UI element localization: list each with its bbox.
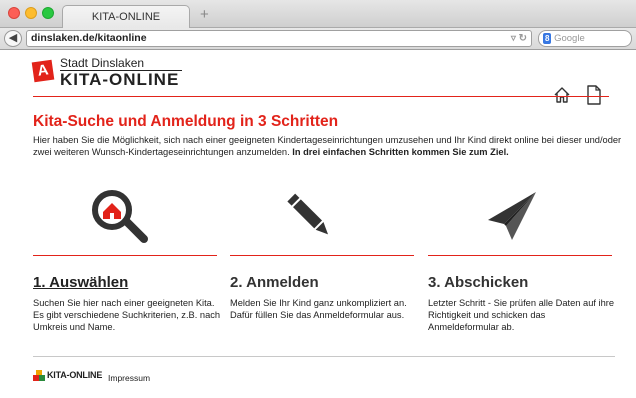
city-logo-icon[interactable]: A [31, 59, 55, 83]
brand-subtitle: Stadt Dinslaken [60, 56, 145, 70]
search-house-icon[interactable] [88, 188, 152, 244]
intro-text: Hier haben Sie die Möglichkeit, sich nac… [33, 134, 623, 158]
browser-tab[interactable]: KITA-ONLINE [62, 5, 190, 28]
search-engine-icon[interactable]: 8 [543, 33, 552, 44]
footer-brand[interactable]: KITA-ONLINE [47, 370, 102, 380]
reload-icon[interactable]: ▿ ↻ [511, 31, 527, 46]
search-placeholder: Google [554, 33, 585, 44]
step-3-rule [428, 255, 612, 256]
page-title: Kita-Suche und Anmeldung in 3 Schritten [33, 113, 339, 130]
step-1-text: Suchen Sie hier nach einer geeigneten Ki… [33, 298, 221, 332]
back-button[interactable]: ◀ [4, 30, 22, 47]
paper-plane-icon[interactable] [484, 190, 540, 242]
new-tab-button[interactable]: + [200, 7, 209, 23]
step-3-text: Letzter Schritt - Sie prüfen alle Daten … [428, 298, 615, 332]
address-bar: ◀ dinslaken.de/kitaonline ▿ ↻ 8 Google [0, 28, 636, 50]
home-icon[interactable] [553, 86, 571, 104]
browser-titlebar: KITA-ONLINE + [0, 0, 636, 28]
step-1-rule [33, 255, 217, 256]
document-icon[interactable] [586, 85, 602, 105]
footer-divider [33, 356, 615, 357]
impressum-link[interactable]: Impressum [108, 373, 150, 383]
kita-blocks-icon [33, 370, 45, 381]
step-2-rule [230, 255, 414, 256]
minimize-window-button[interactable] [25, 7, 37, 19]
step-3-title[interactable]: 3. Abschicken [428, 274, 528, 291]
close-window-button[interactable] [8, 7, 20, 19]
url-field[interactable]: dinslaken.de/kitaonline ▿ ↻ [26, 30, 532, 47]
url-text: dinslaken.de/kitaonline [31, 32, 147, 44]
step-2-title[interactable]: 2. Anmelden [230, 274, 319, 291]
header-divider [33, 96, 609, 97]
brand-title[interactable]: KITA-ONLINE [60, 70, 179, 90]
step-2-text: Melden Sie Ihr Kind ganz unkompliziert a… [230, 298, 407, 320]
tab-title: KITA-ONLINE [91, 11, 161, 23]
search-field[interactable]: 8 Google [538, 30, 632, 47]
intro-emphasis: In drei einfachen Schritten kommen Sie z… [292, 147, 509, 157]
maximize-window-button[interactable] [42, 7, 54, 19]
step-1-title-link[interactable]: 1. Auswählen [33, 274, 128, 291]
pencil-icon[interactable] [286, 192, 334, 242]
